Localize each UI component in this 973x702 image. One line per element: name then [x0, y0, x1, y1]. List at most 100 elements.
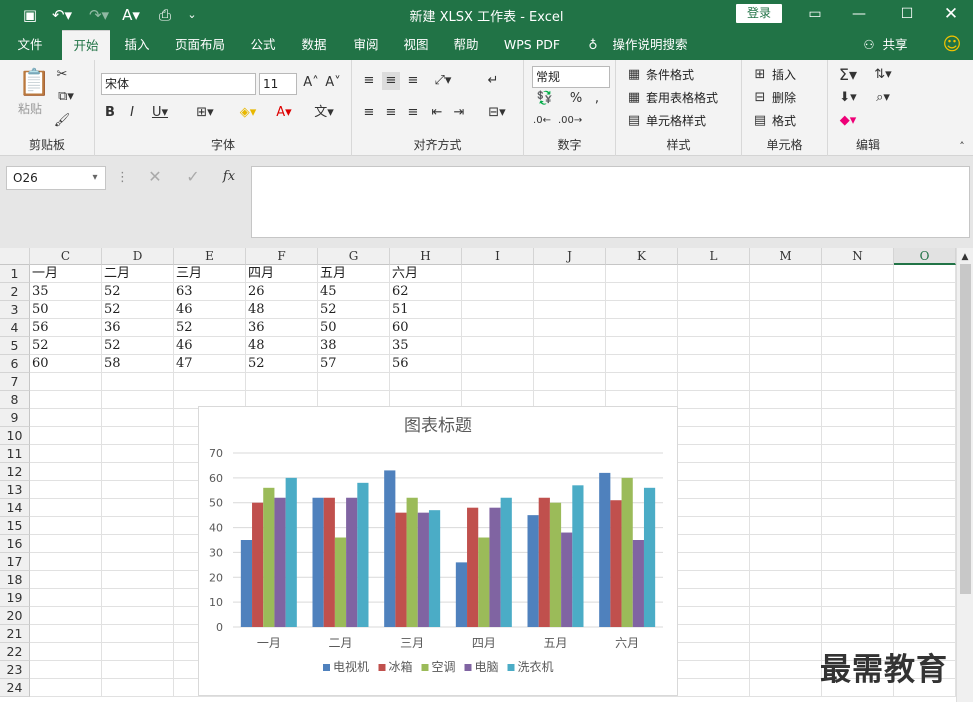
underline-icon[interactable]: U▾	[147, 104, 173, 122]
cell[interactable]: 56	[390, 355, 462, 373]
cell[interactable]	[750, 625, 822, 643]
share-button[interactable]: 共享	[878, 30, 912, 60]
cell[interactable]	[894, 481, 956, 499]
row-header[interactable]: 2	[0, 283, 30, 301]
cell[interactable]	[606, 265, 678, 283]
cell[interactable]	[678, 265, 750, 283]
cell[interactable]: 48	[246, 337, 318, 355]
select-all-corner[interactable]	[0, 248, 30, 265]
cell[interactable]: 36	[246, 319, 318, 337]
cell[interactable]	[462, 319, 534, 337]
column-header[interactable]: C	[30, 248, 102, 265]
row-header[interactable]: 18	[0, 571, 30, 589]
cell[interactable]	[822, 607, 894, 625]
cell[interactable]	[30, 427, 102, 445]
cell[interactable]: 35	[390, 337, 462, 355]
cell[interactable]: 52	[30, 337, 102, 355]
bar-洗衣机[interactable]	[357, 482, 369, 627]
cell[interactable]	[678, 517, 750, 535]
row-header[interactable]: 5	[0, 337, 30, 355]
chart-legend[interactable]: 电视机 冰箱 空调 电脑 洗衣机	[323, 659, 554, 674]
insert-function-icon[interactable]: fx	[218, 168, 240, 186]
cell[interactable]	[102, 553, 174, 571]
login-button[interactable]: 登录	[736, 4, 782, 23]
cell[interactable]: 60	[390, 319, 462, 337]
cell[interactable]	[822, 463, 894, 481]
chart-title[interactable]: 图表标题	[404, 416, 472, 436]
cell[interactable]	[678, 499, 750, 517]
currency-icon[interactable]: 💱	[532, 90, 558, 108]
cell[interactable]	[750, 643, 822, 661]
legend-label[interactable]: 电脑	[475, 660, 499, 674]
formula-input[interactable]	[251, 166, 970, 238]
cell[interactable]	[894, 517, 956, 535]
cell[interactable]	[750, 355, 822, 373]
bar-电视机[interactable]	[455, 562, 468, 627]
cell[interactable]	[30, 445, 102, 463]
cell[interactable]	[30, 571, 102, 589]
cell[interactable]	[822, 409, 894, 427]
bar-冰箱[interactable]	[610, 500, 622, 627]
font-name-select[interactable]: 宋体	[101, 73, 256, 95]
cell[interactable]	[678, 661, 750, 679]
bar-洗衣机[interactable]	[428, 510, 441, 627]
column-header[interactable]: E	[174, 248, 246, 265]
row-header[interactable]: 20	[0, 607, 30, 625]
increase-indent-icon[interactable]: ⇥	[450, 104, 468, 122]
cell[interactable]	[894, 355, 956, 373]
bar-洗衣机[interactable]	[285, 477, 297, 627]
copy-icon[interactable]: ⧉▾	[52, 88, 80, 106]
cell[interactable]	[678, 283, 750, 301]
cell[interactable]	[894, 301, 956, 319]
column-header[interactable]: F	[246, 248, 318, 265]
cell[interactable]	[606, 337, 678, 355]
row-header[interactable]: 10	[0, 427, 30, 445]
cell[interactable]	[678, 625, 750, 643]
bar-冰箱[interactable]	[538, 497, 550, 627]
decrease-font-icon[interactable]: A˅	[323, 74, 343, 92]
format-cells-button[interactable]: 格式	[772, 112, 796, 130]
fill-color-icon[interactable]: ◈▾	[233, 104, 263, 122]
cell[interactable]: 三月	[174, 265, 246, 283]
cell[interactable]: 50	[318, 319, 390, 337]
column-header[interactable]: N	[822, 248, 894, 265]
delete-cells-button[interactable]: 删除	[772, 89, 796, 107]
format-painter-icon[interactable]: 🖌	[52, 112, 72, 130]
column-header[interactable]: K	[606, 248, 678, 265]
bar-电视机[interactable]	[527, 515, 539, 627]
cell[interactable]: 57	[318, 355, 390, 373]
cell[interactable]	[822, 265, 894, 283]
cell[interactable]	[30, 589, 102, 607]
cell[interactable]	[678, 589, 750, 607]
cell[interactable]	[678, 571, 750, 589]
cell[interactable]: 六月	[390, 265, 462, 283]
cell-styles-button[interactable]: 单元格样式	[646, 112, 706, 130]
row-header[interactable]: 21	[0, 625, 30, 643]
cell[interactable]	[606, 301, 678, 319]
row-header[interactable]: 9	[0, 409, 30, 427]
bar-洗衣机[interactable]	[500, 497, 512, 627]
cell[interactable]	[822, 535, 894, 553]
cell[interactable]	[894, 535, 956, 553]
row-header[interactable]: 13	[0, 481, 30, 499]
cell[interactable]	[30, 553, 102, 571]
cell[interactable]	[678, 319, 750, 337]
cell[interactable]: 63	[174, 283, 246, 301]
align-center-icon[interactable]: ≡	[382, 104, 400, 122]
name-box-dropdown-icon[interactable]: ▾	[88, 169, 102, 187]
cell[interactable]	[30, 481, 102, 499]
cell[interactable]	[678, 355, 750, 373]
merge-center-icon[interactable]: ⊟▾	[482, 104, 512, 122]
cell[interactable]	[534, 373, 606, 391]
cell[interactable]	[534, 355, 606, 373]
column-header[interactable]: H	[390, 248, 462, 265]
cell[interactable]	[750, 463, 822, 481]
cell[interactable]: 26	[246, 283, 318, 301]
cell[interactable]	[606, 283, 678, 301]
cell[interactable]	[30, 463, 102, 481]
tab-wps-pdf[interactable]: WPS PDF	[498, 30, 566, 60]
cell[interactable]	[30, 517, 102, 535]
bar-空调[interactable]	[549, 502, 562, 627]
font-color-icon[interactable]: A▾	[269, 104, 299, 122]
cell[interactable]	[678, 301, 750, 319]
